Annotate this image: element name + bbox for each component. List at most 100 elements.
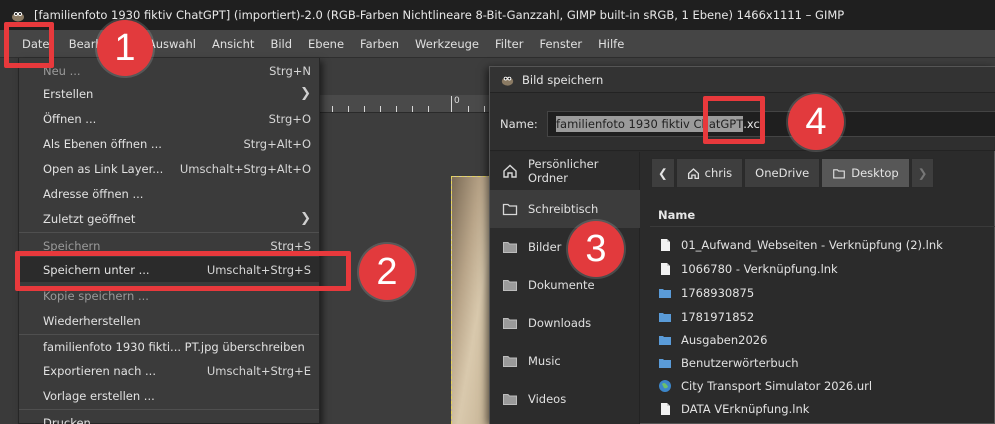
place-label: Music bbox=[528, 354, 561, 368]
ruler-tick bbox=[396, 106, 397, 112]
folder-icon bbox=[502, 277, 518, 293]
place-label: Videos bbox=[528, 392, 567, 406]
path-forward-button[interactable]: ❯ bbox=[910, 158, 935, 188]
annotation-badge-4: 4 bbox=[788, 94, 844, 150]
file-name: Ausgaben2026 bbox=[681, 332, 768, 347]
ruler-tick bbox=[428, 106, 429, 112]
menu-item-wiederherstellen[interactable]: Wiederherstellen bbox=[19, 308, 319, 333]
ruler-tick bbox=[380, 106, 381, 112]
horizontal-ruler[interactable]: 0 bbox=[318, 95, 490, 113]
file-name: 1768930875 bbox=[681, 285, 755, 300]
folder-icon bbox=[502, 353, 518, 369]
ruler-tick bbox=[412, 106, 413, 112]
menu-filter[interactable]: Filter bbox=[487, 30, 531, 58]
menu-item-oeffnen[interactable]: Öffnen ... Strg+O bbox=[19, 106, 319, 131]
menu-item-adresse-oeffnen[interactable]: Adresse öffnen ... bbox=[19, 181, 319, 206]
path-segment-label: Desktop bbox=[851, 166, 899, 180]
path-segment-onedrive[interactable]: OneDrive bbox=[744, 158, 821, 188]
folder-icon bbox=[658, 286, 672, 300]
document-icon bbox=[658, 238, 672, 252]
menu-fenster[interactable]: Fenster bbox=[531, 30, 590, 58]
menu-ebene[interactable]: Ebene bbox=[300, 30, 352, 58]
place-dokumente[interactable]: Dokumente bbox=[490, 266, 640, 304]
filename-label: Name: bbox=[500, 117, 538, 131]
column-header-name[interactable]: Name bbox=[650, 203, 995, 227]
menu-item-zuletzt-geoeffnet[interactable]: Zuletzt geöffnet ❯ bbox=[19, 206, 319, 231]
place-label: Downloads bbox=[528, 316, 592, 330]
menu-item-als-ebenen-oeffnen[interactable]: Als Ebenen öffnen ... Strg+Alt+O bbox=[19, 131, 319, 156]
file-name: 01_Aufwand_Webseiten - Verknüpfung (2).l… bbox=[681, 237, 943, 252]
file-row[interactable]: 1768930875 bbox=[650, 281, 995, 304]
file-row[interactable]: Benutzerwörterbuch bbox=[650, 351, 995, 374]
menu-ansicht[interactable]: Ansicht bbox=[204, 30, 262, 58]
path-segment-label: OneDrive bbox=[755, 166, 810, 180]
annotation-badge-3: 3 bbox=[568, 221, 624, 277]
file-row[interactable]: DATA VErknüpfung.lnk bbox=[650, 397, 995, 420]
menu-item-label: Drucken ... bbox=[43, 415, 106, 424]
menu-hilfe[interactable]: Hilfe bbox=[590, 30, 632, 58]
place-schreibtisch[interactable]: Schreibtisch bbox=[490, 190, 640, 228]
folder-icon bbox=[502, 239, 518, 255]
file-menu-dropdown: Neu ... Strg+N Erstellen ❯ Öffnen ... Strg+… bbox=[18, 58, 320, 424]
file-row[interactable]: City Transport Simulator 2026.url bbox=[650, 374, 995, 397]
path-bar: ❮ chris OneDrive Desktop ❯ bbox=[651, 158, 935, 188]
ruler-tick bbox=[348, 106, 349, 112]
ruler-tick bbox=[364, 106, 365, 112]
menu-item-shortcut: Strg+N bbox=[269, 63, 311, 78]
path-segment-label: chris bbox=[704, 166, 733, 180]
menu-farben[interactable]: Farben bbox=[352, 30, 407, 58]
path-back-button[interactable]: ❮ bbox=[651, 158, 675, 188]
file-row[interactable]: Ausgaben2026 bbox=[650, 328, 995, 351]
menu-item-drucken[interactable]: Drucken ... bbox=[19, 410, 319, 424]
menu-item-open-link-layer[interactable]: Open as Link Layer... Umschalt+Strg+Alt+O bbox=[19, 156, 319, 181]
folder-icon bbox=[832, 167, 846, 180]
place-downloads[interactable]: Downloads bbox=[490, 304, 640, 342]
annotation-badge-2: 2 bbox=[359, 244, 415, 300]
menu-item-label: Adresse öffnen ... bbox=[43, 186, 144, 201]
menu-item-erstellen[interactable]: Erstellen ❯ bbox=[19, 81, 319, 106]
ruler-tick bbox=[484, 106, 485, 112]
chevron-left-icon: ❮ bbox=[658, 166, 668, 180]
dialog-titlebar[interactable]: Bild speichern bbox=[490, 67, 995, 93]
gimp-logo-icon bbox=[500, 72, 515, 87]
chevron-right-icon: ❯ bbox=[917, 166, 928, 180]
window-titlebar: [familienfoto 1930 fiktiv ChatGPT] (impo… bbox=[0, 0, 995, 30]
menu-item-exportieren-nach[interactable]: Exportieren nach ... Umschalt+Strg+E bbox=[19, 358, 319, 383]
menu-item-label: Exportieren nach ... bbox=[43, 363, 156, 378]
menu-item-label: Zuletzt geöffnet bbox=[43, 211, 136, 226]
file-name: City Transport Simulator 2026.url bbox=[681, 378, 873, 393]
menu-item-label: familienfoto 1930 fikti... PT.jpg übersc… bbox=[43, 339, 305, 354]
place-persoenlicher-ordner[interactable]: Persönlicher Ordner bbox=[490, 152, 640, 190]
document-icon bbox=[658, 262, 672, 276]
file-row[interactable]: 1066780 - Verknüpfung.lnk bbox=[650, 257, 995, 280]
menu-item-shortcut: Umschalt+Strg+Alt+O bbox=[179, 161, 311, 176]
file-name: 1781971852 bbox=[681, 309, 755, 324]
place-videos[interactable]: Videos bbox=[490, 380, 640, 418]
menu-item-vorlage-erstellen[interactable]: Vorlage erstellen ... bbox=[19, 383, 319, 408]
place-music[interactable]: Music bbox=[490, 342, 640, 380]
menu-item-label: Als Ebenen öffnen ... bbox=[43, 136, 162, 151]
menu-bild[interactable]: Bild bbox=[262, 30, 300, 58]
home-icon bbox=[502, 163, 518, 179]
menu-item-ueberschreiben[interactable]: familienfoto 1930 fikti... PT.jpg übersc… bbox=[19, 334, 319, 359]
path-segment-desktop[interactable]: Desktop bbox=[821, 158, 910, 188]
path-segment-chris[interactable]: chris bbox=[675, 158, 744, 188]
menu-item-shortcut: Strg+O bbox=[268, 111, 311, 126]
folder-icon bbox=[658, 310, 672, 324]
file-row[interactable]: 01_Aufwand_Webseiten - Verknüpfung (2).l… bbox=[650, 233, 995, 256]
file-name: Benutzerwörterbuch bbox=[681, 355, 799, 370]
menu-item-label: Erstellen bbox=[43, 86, 94, 101]
menu-item-shortcut: Strg+Alt+O bbox=[243, 136, 311, 151]
window-title: [familienfoto 1930 fiktiv ChatGPT] (impo… bbox=[34, 8, 845, 22]
photo-layer bbox=[451, 176, 491, 424]
menu-werkzeuge[interactable]: Werkzeuge bbox=[407, 30, 487, 58]
place-label: Schreibtisch bbox=[528, 202, 599, 216]
folder-icon bbox=[502, 391, 518, 407]
file-name: DATA VErknüpfung.lnk bbox=[681, 401, 810, 416]
file-row[interactable]: 1781971852 bbox=[650, 305, 995, 328]
menu-item-neu[interactable]: Neu ... Strg+N bbox=[19, 58, 319, 83]
filename-input[interactable]: familienfoto 1930 fiktiv ChatGPT .xcf bbox=[547, 111, 995, 137]
dialog-title: Bild speichern bbox=[522, 72, 604, 87]
ruler-tick bbox=[332, 106, 333, 112]
gimp-logo-icon bbox=[10, 7, 26, 23]
